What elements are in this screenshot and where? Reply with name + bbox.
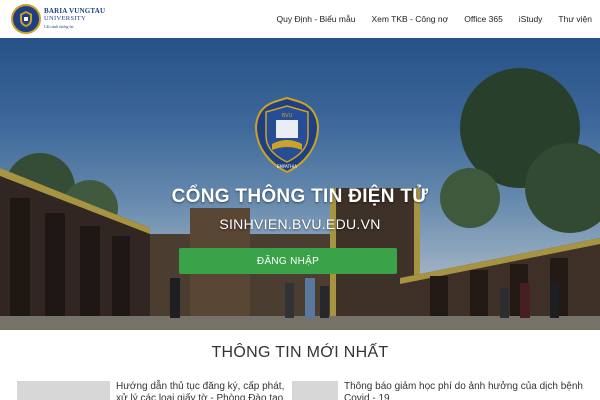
top-header: BARIA VUNGTAU UNIVERSITY Cất cánh tương …: [0, 0, 600, 38]
hero-title: CỔNG THÔNG TIN ĐIỆN TỬ: [171, 186, 429, 207]
nav-item-library[interactable]: Thư viện: [558, 14, 592, 24]
nav-item-regulations[interactable]: Quy Định - Biểu mẫu: [277, 14, 356, 24]
university-logo-icon: [11, 4, 41, 34]
news-item[interactable]: Hướng dẫn thủ tục đăng ký, cấp phát, xử …: [17, 381, 296, 400]
brand-name: BARIA VUNGTAU: [44, 7, 106, 15]
university-emblem-icon: BVU EMPATHIA: [254, 96, 320, 174]
latest-news-heading: THÔNG TIN MỚI NHẤT: [211, 344, 389, 361]
news-thumbnail[interactable]: [292, 381, 338, 400]
nav-item-office365[interactable]: Office 365: [464, 14, 503, 24]
nav-item-istudy[interactable]: iStudy: [519, 14, 543, 24]
emblem-text: BVU: [282, 113, 293, 119]
news-item[interactable]: Thông báo giảm học phí do ảnh hưởng của …: [292, 381, 594, 400]
login-button[interactable]: ĐĂNG NHẬP: [179, 248, 397, 274]
brand-text: BARIA VUNGTAU UNIVERSITY Cất cánh tương …: [44, 7, 105, 31]
news-link[interactable]: Thông báo giảm học phí do ảnh hưởng của …: [344, 381, 594, 400]
hero-banner: BVU EMPATHIA CỔNG THÔNG TIN ĐIỆN TỬ SINH…: [0, 38, 600, 330]
brand-logo-link[interactable]: BARIA VUNGTAU UNIVERSITY Cất cánh tương …: [11, 4, 105, 34]
news-thumbnail[interactable]: [17, 381, 110, 400]
brand-subtitle: UNIVERSITY: [44, 15, 86, 22]
news-link[interactable]: Hướng dẫn thủ tục đăng ký, cấp phát, xử …: [116, 381, 296, 400]
brand-motto: Cất cánh tương lai: [44, 24, 74, 29]
nav-item-timetable[interactable]: Xem TKB - Công nợ: [371, 14, 448, 24]
main-nav: Quy Định - Biểu mẫu Xem TKB - Công nợ Of…: [261, 0, 592, 38]
hero-overlay: [0, 38, 600, 330]
hero-subtitle: SINHVIEN.BVU.EDU.VN: [219, 216, 381, 232]
emblem-motto: EMPATHIA: [277, 164, 297, 169]
